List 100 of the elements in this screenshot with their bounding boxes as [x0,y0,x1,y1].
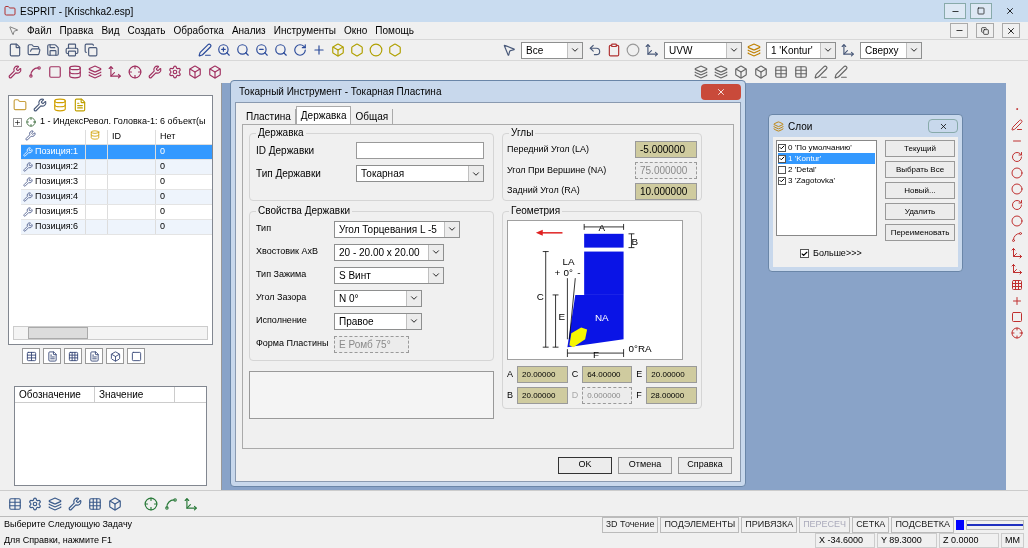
checkbox[interactable] [778,176,786,185]
panel-tab[interactable] [85,348,103,364]
holder-property-dropdown[interactable]: N 0° [334,289,422,307]
column-header[interactable]: Обозначение [15,387,95,402]
dialog-button[interactable]: OK [558,456,612,474]
layer-item[interactable]: 3 'Zagotovka' [778,175,875,186]
drawing-tool-icon[interactable] [1011,183,1023,195]
tool-icon[interactable] [33,98,47,112]
angle-field[interactable]: 10.000000 [635,182,697,200]
holder-property-dropdown[interactable]: S Винт [334,266,444,284]
toolbar-tool-icon[interactable] [774,65,788,79]
bottom-tool-icon[interactable] [184,496,198,511]
panel-tab[interactable] [43,348,61,364]
menu-item[interactable]: Обработка [173,23,224,38]
checkbox[interactable] [778,143,786,152]
drawing-tool-icon[interactable] [1011,327,1023,339]
status-pane[interactable]: ПРИВЯЗКА [741,517,798,533]
status-pane[interactable]: ПОДСВЕТКА [891,517,954,533]
menu-item[interactable]: Создать [127,23,166,38]
new-file-icon[interactable] [8,43,22,57]
selection-filter-dropdown[interactable]: Все [521,41,583,59]
holder-property-dropdown[interactable]: Угол Торцевания L -5 [334,220,460,238]
drawing-tool-icon[interactable] [1011,215,1023,227]
layer-item[interactable]: 0 'По умолчанию' [778,142,875,153]
dialog-close-button[interactable] [928,119,958,133]
zoom-out-icon[interactable] [255,43,269,57]
pen-icon[interactable] [198,43,212,57]
horizontal-scrollbar[interactable] [13,326,208,340]
holder-property-dropdown[interactable]: 20 - 20.00 x 20.00 [334,243,444,261]
toolbar-tool-icon[interactable] [734,65,748,79]
menu-item[interactable]: Файл [27,23,52,38]
layer-button[interactable]: Переименовать [885,224,955,241]
zoom-in-icon[interactable] [217,43,231,57]
panel-tab[interactable] [106,348,124,364]
column-header[interactable]: ID [108,130,156,144]
toolbar-tool-icon[interactable] [754,65,768,79]
bottom-tool-icon[interactable] [164,496,178,511]
magnifier-icon[interactable] [274,43,288,57]
layer-button[interactable]: Удалить [885,203,955,220]
status-pane[interactable]: СЕТКА [852,517,890,533]
drawing-tool-icon[interactable] [1011,295,1023,307]
menu-item[interactable]: Инструменты [273,23,337,38]
checkbox[interactable] [778,154,786,163]
dimension-field[interactable]: 20.00000 [517,366,568,383]
holder-type-dropdown[interactable]: Токарная [356,165,484,182]
pointer-icon[interactable] [502,43,516,57]
table-row[interactable]: Позиция:4 0 [21,190,212,205]
table-row[interactable]: Позиция:5 0 [21,205,212,220]
layer-button[interactable]: Новый... [885,182,955,199]
table-row[interactable]: Позиция:3 0 [21,175,212,190]
table-row[interactable]: Позиция:6 0 [21,220,212,235]
bottom-tool-icon[interactable] [8,496,22,511]
holder-property-dropdown[interactable]: Правое [334,312,422,330]
clipboard-icon[interactable] [607,43,621,57]
dimension-field[interactable]: 28.00000 [645,387,697,404]
pan-icon[interactable] [312,43,326,57]
dimension-field[interactable]: 20.00000 [646,366,697,383]
menu-item[interactable]: Анализ [231,23,266,38]
rotate-icon[interactable] [293,43,307,57]
mdi-close-button[interactable] [1002,23,1020,38]
dialog-button[interactable]: Отмена [618,456,672,474]
bottom-tool-icon[interactable] [28,496,42,511]
bottom-tool-icon[interactable] [68,496,82,511]
layer-button[interactable]: Выбрать Все [885,161,955,178]
open-folder-icon[interactable] [27,43,41,57]
notes-area[interactable] [249,371,494,419]
layer-item[interactable]: 2 'Detal' [778,164,875,175]
dialog-button[interactable]: Справка [678,456,732,474]
column-header[interactable]: Значение [95,387,175,402]
layer-button[interactable]: Текущий [885,140,955,157]
column-header[interactable]: Нет [156,130,194,144]
search-icon[interactable] [236,43,250,57]
toolbar-tool-icon[interactable] [794,65,808,79]
dimension-field[interactable]: 64.00000 [582,366,633,383]
table-row[interactable]: Позиция:2 0 [21,160,212,175]
checkbox[interactable] [778,165,786,174]
dimension-field[interactable]: 20.00000 [517,387,568,404]
menu-item[interactable]: Вид [101,23,120,38]
drawing-tool-icon[interactable] [1011,279,1023,291]
copy-icon[interactable] [84,43,98,57]
toolbar-tool-icon[interactable] [834,65,848,79]
collapse-icon[interactable] [13,117,22,127]
toolbar-tool-icon[interactable] [814,65,828,79]
bottom-tool-icon[interactable] [48,496,62,511]
drawing-tool-icon[interactable] [1011,311,1023,323]
toolbar-tool-icon[interactable] [694,65,708,79]
checkbox[interactable] [800,249,809,259]
toolbar-tool-icon[interactable] [714,65,728,79]
mdi-minimize-button[interactable] [950,23,968,38]
layers-icon[interactable] [747,43,761,57]
angle-field[interactable]: -5.000000 [635,141,697,159]
panel-tab[interactable] [22,348,40,364]
menu-item[interactable]: Окно [344,23,368,38]
mdi-restore-button[interactable] [976,23,994,38]
drawing-tool-icon[interactable] [1011,199,1023,211]
panel-tab[interactable] [64,348,82,364]
menu-item[interactable]: Помощь [375,23,414,38]
drawing-tool-icon[interactable] [1011,263,1023,275]
tree-node-label[interactable]: 1 - ИндексРевол. Головка-1: 6 объект(ы [40,115,206,129]
printer-icon[interactable] [65,43,79,57]
